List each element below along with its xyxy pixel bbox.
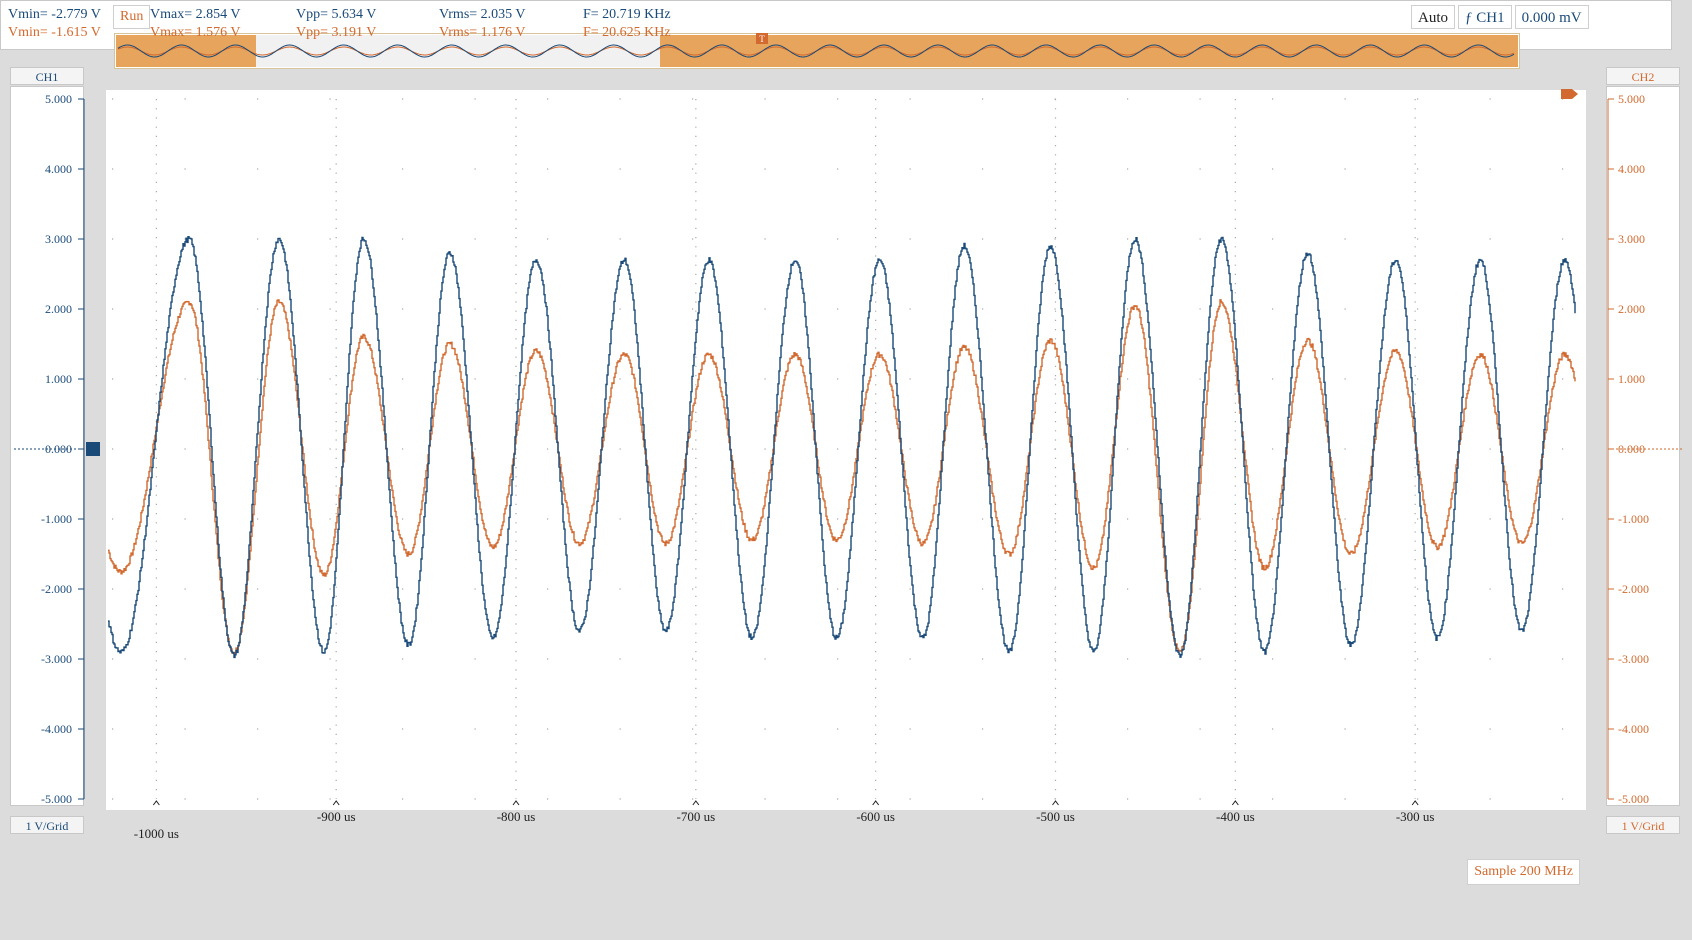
ch1-tick-label: -2.000 <box>41 582 72 596</box>
ch2-tick-label: 2.000 <box>1618 302 1645 316</box>
time-tick-label: -1000 us <box>134 826 179 841</box>
ch1-zero-marker-icon <box>86 442 100 456</box>
time-tick-arrow <box>1052 800 1059 806</box>
ch2-tick-label: 1.000 <box>1618 372 1645 386</box>
ch1-vmax: Vmax= 2.854 V <box>150 7 241 22</box>
ch2-tick-label: 3.000 <box>1618 232 1645 246</box>
time-tick-label: -800 us <box>497 809 536 824</box>
waveform-traces <box>108 236 1576 659</box>
ch2-tick-label: -4.000 <box>1618 722 1649 736</box>
oscilloscope-chart: 5.0004.0003.0002.0001.0000.000-1.000-2.0… <box>14 89 1682 841</box>
ch2-tick-label: -5.000 <box>1618 792 1649 806</box>
time-tick-label: -600 us <box>856 809 895 824</box>
time-axis-ticks: -1000 us -900 us -800 us -700 us -600 us -500… <box>134 800 1435 841</box>
ch2-tick-label: -2.000 <box>1618 582 1649 596</box>
ch1-tick-label: 2.000 <box>45 302 72 316</box>
ch2-tick-label: 5.000 <box>1618 92 1645 106</box>
ch1-tick-label: 4.000 <box>45 162 72 176</box>
ch1-frequency: F= 20.719 KHz <box>583 7 671 22</box>
ch2-trigger-level-icon <box>1561 89 1578 99</box>
ch1-tick-label: -5.000 <box>41 792 72 806</box>
ch1-tick-label: -4.000 <box>41 722 72 736</box>
plot-grid <box>112 98 1580 800</box>
time-tick-arrow <box>872 800 880 806</box>
ch2-tick-label: -3.000 <box>1618 652 1649 666</box>
ch2-vrms: Vrms= 1.176 V <box>439 25 526 40</box>
time-tick-arrow <box>1231 800 1239 806</box>
ch1-vrms: Vrms= 2.035 V <box>439 7 526 22</box>
time-tick-label: -900 us <box>317 809 356 824</box>
time-tick-label: -500 us <box>1036 809 1075 824</box>
ch2-tick-label: -1.000 <box>1618 512 1649 526</box>
ch1-tick-label: -3.000 <box>41 652 72 666</box>
ch1-vmin: Vmin= -2.779 V <box>8 7 101 22</box>
ch1-tick-label: 1.000 <box>45 372 72 386</box>
ch1-tick-label: 5.000 <box>45 92 72 106</box>
ch1-tick-label: 3.000 <box>45 232 72 246</box>
ch1-tick-label: -1.000 <box>41 512 72 526</box>
time-tick-arrow <box>332 800 340 806</box>
ch2-vpp: Vpp= 3.191 V <box>296 25 377 40</box>
time-tick-arrow <box>692 800 700 806</box>
ch2-vmax: Vmax= 1.576 V <box>150 25 241 40</box>
time-tick-label: -400 us <box>1216 809 1255 824</box>
ch2-frequency: F= 20.625 KHz <box>583 25 671 40</box>
sample-rate-label: Sample 200 MHz <box>1467 859 1580 885</box>
axis-markers <box>14 89 1682 456</box>
time-tick-label: -700 us <box>677 809 716 824</box>
ch1-waveform <box>108 236 1576 659</box>
time-tick-label: -300 us <box>1396 809 1435 824</box>
time-tick-arrow <box>152 800 160 806</box>
ch2-vmin: Vmin= -1.615 V <box>8 25 101 40</box>
time-tick-arrow <box>512 800 520 806</box>
ch2-tick-label: 4.000 <box>1618 162 1645 176</box>
time-tick-arrow <box>1411 800 1419 806</box>
ch2-waveform <box>108 299 1576 655</box>
ch1-vpp: Vpp= 5.634 V <box>296 7 377 22</box>
